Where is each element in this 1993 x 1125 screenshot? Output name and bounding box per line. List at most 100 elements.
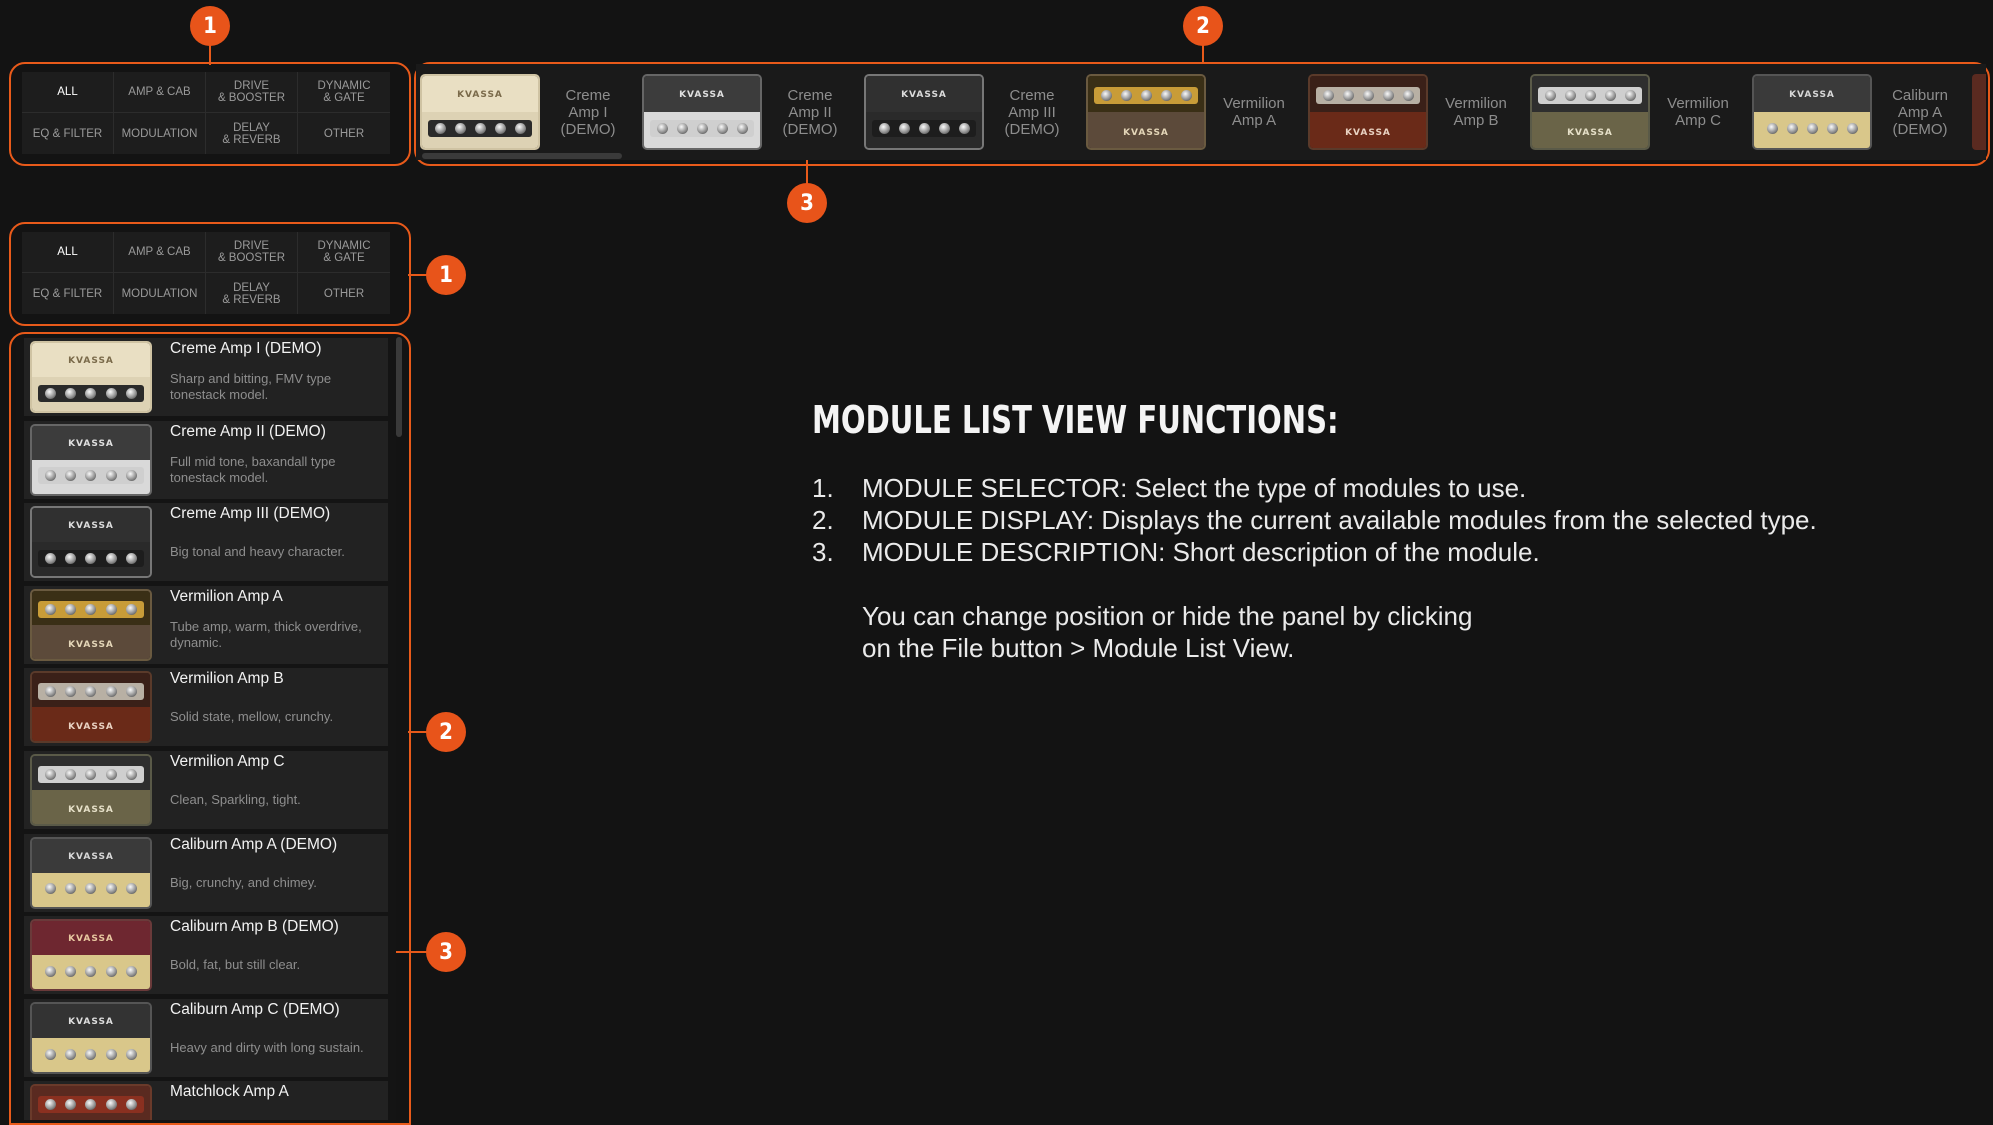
module-selector-left: ALL AMP & CAB DRIVE & BOOSTER DYNAMIC & GAT… xyxy=(22,232,390,314)
callout-badge-1-left: 1 xyxy=(426,255,466,295)
strip-module-item[interactable]: KVASSA Creme Amp I (DEMO) xyxy=(420,64,636,160)
list-item[interactable]: KVASSA Vermilion Amp A Tube amp, warm, thi… xyxy=(24,585,388,664)
module-list: KVASSA Creme Amp I (DEMO) Sharp and bittin… xyxy=(16,337,396,1120)
list-item[interactable]: KVASSA Caliburn Amp B (DEMO) Bold, fat, bu… xyxy=(24,916,388,995)
amp-knobs xyxy=(1760,120,1864,138)
note-line-1: You can change position or hide the pane… xyxy=(862,601,1473,631)
function-number: 3. xyxy=(812,537,834,567)
selector-top-tab-other[interactable]: OTHER xyxy=(298,113,390,154)
amp-knobs xyxy=(1316,86,1420,104)
strip-module-item[interactable]: KVASSA Creme Amp II (DEMO) xyxy=(642,64,858,160)
callout-badge-1-top: 1 xyxy=(190,6,230,46)
amp-knobs xyxy=(38,880,144,898)
amp-knobs xyxy=(428,120,532,138)
brand-logo: KVASSA xyxy=(901,89,947,100)
function-number: 1. xyxy=(812,473,834,503)
list-item-title: Caliburn Amp C (DEMO) xyxy=(170,1000,340,1018)
amp-thumbnail: KVASSA xyxy=(864,74,984,150)
strip-module-name: Vermilion Amp A xyxy=(1223,95,1285,129)
list-item-title: Vermilion Amp A xyxy=(170,587,283,605)
brand-logo: KVASSA xyxy=(68,722,114,733)
brand-logo: KVASSA xyxy=(68,804,114,815)
amp-thumbnail: KVASSA xyxy=(30,341,152,413)
amp-thumbnail: KVASSA xyxy=(30,919,152,992)
function-item: 2. MODULE DISPLAY: Displays the current a… xyxy=(812,504,1972,536)
strip-module-item[interactable]: KVASSA Caliburn Amp A (DEMO) xyxy=(1752,64,1968,160)
list-item[interactable]: KVASSA Caliburn Amp C (DEMO) Heavy and dir… xyxy=(24,998,388,1077)
selector-top-tab-amp-cab[interactable]: AMP & CAB xyxy=(114,72,206,113)
amp-knobs xyxy=(1094,86,1198,104)
selector-left-tab-dynamic-gate[interactable]: DYNAMIC & GATE xyxy=(298,232,390,273)
list-item-description: Full mid tone, baxandall type tonestack … xyxy=(170,453,336,485)
selector-top-tab-delay-reverb[interactable]: DELAY & REVERB xyxy=(206,113,298,154)
selector-top-tab-eq-filter[interactable]: EQ & FILTER xyxy=(22,113,114,154)
strip-module-name: Creme Amp III (DEMO) xyxy=(1004,86,1060,138)
strip-module-item[interactable]: KVASSA Vermilion Amp A xyxy=(1086,64,1302,160)
list-item-description: Sharp and bitting, FMV type tonestack mo… xyxy=(170,371,332,402)
brand-logo: KVASSA xyxy=(679,89,725,100)
list-item-description: Solid state, mellow, crunchy. xyxy=(170,709,334,725)
callout-line-2-left xyxy=(408,731,428,733)
selector-left-tab-modulation[interactable]: MODULATION xyxy=(114,273,206,314)
strip-module-item-partial[interactable] xyxy=(1972,74,1986,150)
amp-thumbnail: KVASSA xyxy=(30,1001,152,1074)
function-item: 3. MODULE DESCRIPTION: Short description … xyxy=(812,536,1972,568)
list-item-description: Big, crunchy, and chimey. xyxy=(170,874,317,890)
amp-knobs xyxy=(38,1045,144,1063)
list-item[interactable]: KVASSA Creme Amp III (DEMO) Big tonal and … xyxy=(24,503,388,582)
note-text: You can change position or hide the pane… xyxy=(862,600,1472,664)
selector-left-tab-amp-cab[interactable]: AMP & CAB xyxy=(114,232,206,273)
amp-knobs xyxy=(38,1096,144,1114)
list-scrollbar[interactable] xyxy=(396,337,402,437)
amp-thumbnail: KVASSA xyxy=(642,74,762,150)
list-item[interactable]: KVASSA Creme Amp I (DEMO) Sharp and bittin… xyxy=(24,338,388,416)
brand-logo: KVASSA xyxy=(68,934,114,945)
function-item: 1. MODULE SELECTOR: Select the type of mo… xyxy=(812,472,1972,504)
selector-left-tab-delay-reverb[interactable]: DELAY & REVERB xyxy=(206,273,298,314)
list-item[interactable]: KVASSA Caliburn Amp A (DEMO) Big, crunchy,… xyxy=(24,833,388,912)
selector-top-tab-drive-booster[interactable]: DRIVE & BOOSTER xyxy=(206,72,298,113)
selector-left-tab-drive-booster[interactable]: DRIVE & BOOSTER xyxy=(206,232,298,273)
list-item-description: Bold, fat, but still clear. xyxy=(170,957,301,973)
callout-badge-3-left: 3 xyxy=(426,932,466,972)
brand-logo: KVASSA xyxy=(68,639,114,650)
selector-left-tab-all[interactable]: ALL xyxy=(22,232,114,273)
amp-knobs xyxy=(872,120,976,138)
amp-thumbnail: KVASSA xyxy=(420,74,540,150)
list-item[interactable]: KVASSA Vermilion Amp B Solid state, mellow… xyxy=(24,668,388,747)
selector-left-tab-other[interactable]: OTHER xyxy=(298,273,390,314)
selector-top-tab-dynamic-gate[interactable]: DYNAMIC & GATE xyxy=(298,72,390,113)
list-item-title: Creme Amp I (DEMO) xyxy=(170,340,322,357)
module-display-strip: KVASSA Creme Amp I (DEMO) KVASSA Creme Amp … xyxy=(416,64,1986,160)
selector-top-tab-all[interactable]: ALL xyxy=(22,72,114,113)
function-number: 2. xyxy=(812,505,834,535)
amp-thumbnail: KVASSA xyxy=(1530,74,1650,150)
strip-module-item[interactable]: KVASSA Creme Amp III (DEMO) xyxy=(864,64,1080,160)
brand-logo: KVASSA xyxy=(68,438,114,449)
function-text: MODULE DISPLAY: Displays the current ava… xyxy=(862,505,1817,535)
amp-knobs xyxy=(38,683,144,701)
strip-module-item[interactable]: KVASSA Vermilion Amp B xyxy=(1308,64,1524,160)
list-item[interactable]: KVASSA Creme Amp II (DEMO) Full mid tone, … xyxy=(24,420,388,499)
selector-top-tab-modulation[interactable]: MODULATION xyxy=(114,113,206,154)
strip-module-item[interactable]: KVASSA Vermilion Amp C xyxy=(1530,64,1746,160)
amp-knobs xyxy=(38,600,144,618)
list-item-title: Creme Amp III (DEMO) xyxy=(170,505,331,523)
list-item-title: Caliburn Amp B (DEMO) xyxy=(170,918,339,936)
strip-module-name: Creme Amp II (DEMO) xyxy=(782,86,838,138)
list-item[interactable]: KVASSA Matchlock Amp A xyxy=(24,1081,388,1120)
amp-thumbnail: KVASSA xyxy=(30,671,152,744)
amp-knobs xyxy=(38,766,144,784)
strip-scrollbar[interactable] xyxy=(422,153,622,159)
list-item[interactable]: KVASSA Vermilion Amp C Clean, Sparkling, t… xyxy=(24,751,388,829)
amp-thumbnail: KVASSA xyxy=(30,754,152,826)
amp-thumbnail: KVASSA xyxy=(1752,74,1872,150)
brand-logo: KVASSA xyxy=(1345,127,1391,138)
callout-badge-2-top: 2 xyxy=(1183,6,1223,46)
amp-knobs xyxy=(1538,86,1642,104)
selector-left-tab-eq-filter[interactable]: EQ & FILTER xyxy=(22,273,114,314)
list-item-title: Creme Amp II (DEMO) xyxy=(170,422,326,440)
amp-knobs xyxy=(650,120,754,138)
brand-logo: KVASSA xyxy=(1567,127,1613,138)
function-text: MODULE DESCRIPTION: Short description of… xyxy=(862,537,1540,567)
